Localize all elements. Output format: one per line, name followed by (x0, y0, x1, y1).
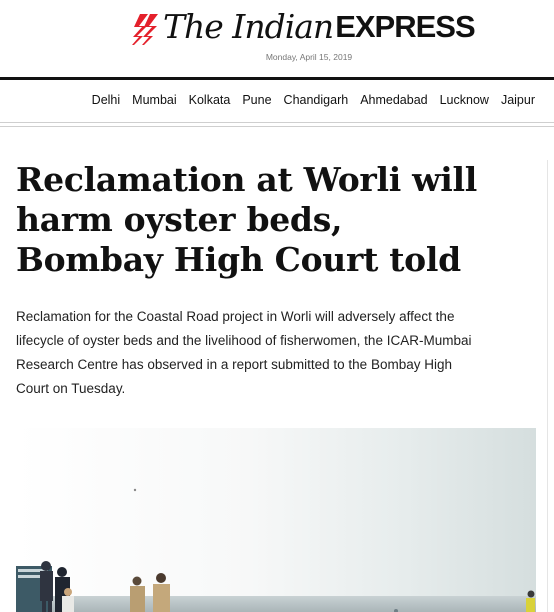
nav-city-ahmedabad[interactable]: Ahmedabad (360, 93, 427, 107)
nav-city-chandigarh[interactable]: Chandigarh (284, 93, 349, 107)
nav-city-jaipur[interactable]: Jaipur (501, 93, 535, 107)
article-photo[interactable] (16, 428, 536, 612)
news-photo-image (16, 428, 536, 612)
brand-express: EXPRESS (335, 9, 475, 44)
express-flame-icon (132, 14, 158, 45)
brand-logo[interactable]: The Indian EXPRESS (131, 7, 476, 46)
article-headline: Reclamation at Worli will harm oyster be… (16, 160, 477, 279)
nav-city-mumbai[interactable]: Mumbai (132, 93, 176, 107)
nav-city-delhi[interactable]: Delhi (92, 93, 121, 107)
sidebar-divider (547, 160, 548, 612)
nav-city-pune[interactable]: Pune (242, 93, 271, 107)
nav-divider (0, 122, 554, 127)
edition-date: Monday, April 15, 2019 (265, 52, 353, 62)
nav-city-kolkata[interactable]: Kolkata (189, 93, 231, 107)
masthead: The Indian EXPRESS Monday, April 15, 201… (0, 0, 554, 78)
article-summary: Reclamation for the Coastal Road project… (16, 309, 472, 396)
nav-city-lucknow[interactable]: Lucknow (440, 93, 489, 107)
city-navigation: Delhi Mumbai Kolkata Pune Chandigarh Ahm… (0, 80, 554, 120)
brand-the-indian: The Indian (163, 7, 334, 46)
